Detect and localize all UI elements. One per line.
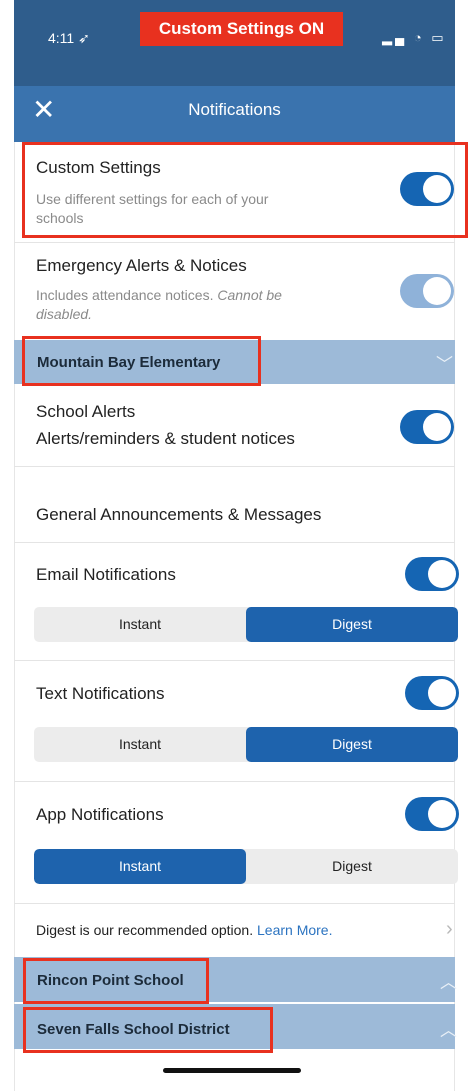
school-name: Seven Falls School District (37, 1021, 230, 1038)
text-instant-option[interactable]: Instant (34, 727, 246, 762)
general-announcements-heading: General Announcements & Messages (36, 505, 322, 524)
page-title: Notifications (188, 100, 281, 119)
custom-settings-description: Use different settings for each of your … (36, 191, 269, 226)
school-alerts-toggle[interactable] (400, 410, 454, 444)
school-alerts-description: Alerts/reminders & student notices (36, 429, 295, 448)
custom-settings-toggle[interactable] (400, 172, 454, 206)
chevron-right-icon[interactable]: › (446, 918, 453, 941)
text-digest-option[interactable]: Digest (246, 727, 458, 762)
email-notifications-toggle[interactable] (405, 557, 459, 591)
email-instant-option[interactable]: Instant (34, 607, 246, 642)
app-instant-option[interactable]: Instant (34, 849, 246, 884)
divider (14, 660, 455, 661)
chevron-up-icon[interactable]: ︿ (440, 1016, 457, 1041)
custom-settings-banner: Custom Settings ON (140, 12, 343, 46)
status-time: 4:11 ➶ (48, 30, 90, 46)
emergency-alerts-description: Includes attendance notices. Cannot be d… (36, 287, 282, 322)
divider (14, 903, 455, 904)
home-indicator[interactable] (163, 1068, 301, 1073)
divider (14, 466, 455, 467)
divider (14, 542, 455, 543)
app-digest-option[interactable]: Digest (246, 849, 458, 884)
email-notifications-label: Email Notifications (36, 565, 176, 584)
text-notifications-label: Text Notifications (36, 684, 165, 703)
email-frequency-control: Instant Digest (34, 607, 458, 642)
app-notifications-toggle[interactable] (405, 797, 459, 831)
text-notifications-toggle[interactable] (405, 676, 459, 710)
chevron-up-icon[interactable]: ︿ (440, 968, 457, 993)
emergency-alerts-label: Emergency Alerts & Notices (36, 256, 247, 275)
email-digest-option[interactable]: Digest (246, 607, 458, 642)
emergency-alerts-toggle (400, 274, 454, 308)
signal-wifi-battery-icon: ▂▄ ◔ ▭ (382, 30, 447, 45)
custom-settings-label: Custom Settings (36, 158, 161, 177)
school-name: Mountain Bay Elementary (37, 354, 221, 371)
app-frequency-control: Instant Digest (34, 849, 458, 884)
learn-more-link[interactable]: Learn More. (257, 922, 332, 938)
app-notifications-label: App Notifications (36, 805, 164, 824)
text-frequency-control: Instant Digest (34, 727, 458, 762)
divider (14, 242, 455, 243)
divider (14, 781, 455, 782)
digest-note: Digest is our recommended option. Learn … (36, 922, 333, 938)
school-alerts-label: School Alerts (36, 402, 136, 421)
school-name: Rincon Point School (37, 972, 184, 989)
chevron-down-icon[interactable]: ﹀ (436, 350, 453, 375)
